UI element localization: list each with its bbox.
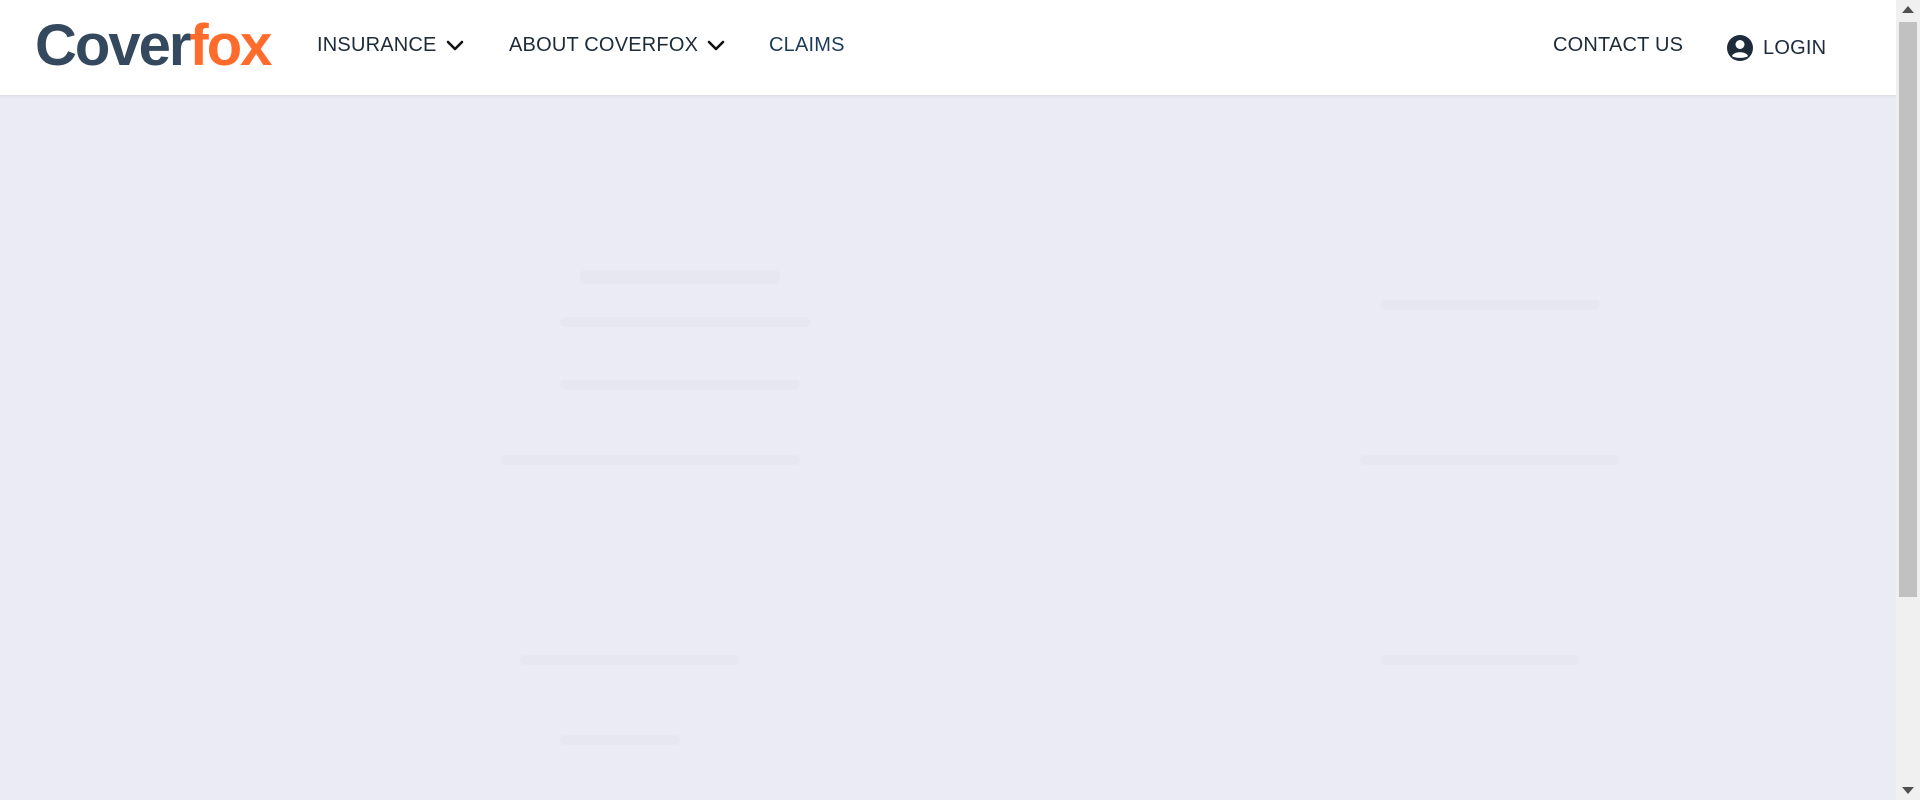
login-label: LOGIN: [1763, 36, 1827, 59]
loading-placeholder: [560, 735, 680, 745]
nav-contact-link[interactable]: CONTACT US: [1553, 34, 1683, 57]
coverfox-logo[interactable]: Cover fox: [35, 13, 272, 78]
main-content-loading: [0, 95, 1896, 800]
nav-insurance-label: INSURANCE: [317, 34, 437, 56]
loading-placeholder: [560, 380, 800, 390]
scroll-up-arrow-icon[interactable]: [1902, 6, 1914, 13]
nav-claims-link[interactable]: CLAIMS: [769, 34, 845, 57]
loading-placeholder: [1380, 655, 1580, 665]
scrollbar-thumb[interactable]: [1899, 22, 1917, 597]
loading-placeholder: [1380, 300, 1600, 310]
scroll-down-arrow-icon[interactable]: [1902, 787, 1914, 794]
logo-text-cover: Cover: [35, 13, 191, 78]
chevron-down-icon: [707, 40, 725, 50]
chevron-down-icon: [446, 40, 463, 50]
loading-placeholder: [560, 317, 810, 327]
site-header: Cover fox INSURANCE ABOUT COVERFOX CLAIMS…: [0, 0, 1896, 95]
loading-placeholder: [500, 455, 800, 465]
vertical-scrollbar[interactable]: [1896, 0, 1920, 800]
nav-about-menu[interactable]: ABOUT COVERFOX: [509, 34, 726, 57]
loading-placeholder: [1360, 455, 1620, 465]
page: Cover fox INSURANCE ABOUT COVERFOX CLAIMS…: [0, 0, 1920, 800]
loading-placeholder: [580, 270, 780, 284]
login-button[interactable]: LOGIN: [1726, 34, 1826, 62]
user-circle-icon: [1727, 35, 1753, 61]
nav-about-label: ABOUT COVERFOX: [509, 34, 699, 56]
loading-placeholder: [520, 655, 740, 665]
nav-insurance-menu[interactable]: INSURANCE: [317, 34, 465, 57]
logo-text-fox: fox: [189, 13, 272, 78]
